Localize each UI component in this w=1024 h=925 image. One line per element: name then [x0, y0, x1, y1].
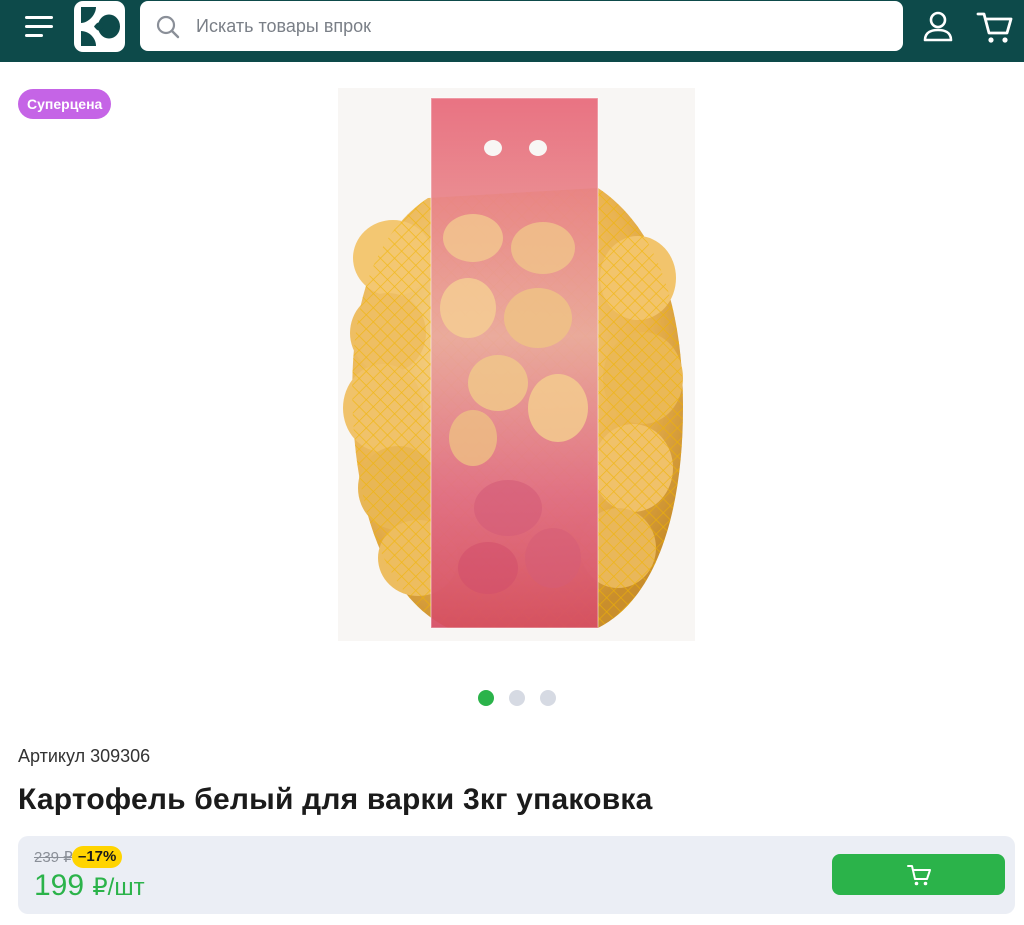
potato-bag-image	[343, 97, 683, 629]
menu-line	[25, 34, 43, 37]
discount-badge: –17%	[72, 846, 123, 868]
user-button[interactable]	[920, 9, 956, 45]
superprice-badge: Суперцена	[18, 89, 112, 119]
cart-icon	[907, 865, 931, 886]
store-logo[interactable]	[74, 1, 125, 52]
menu-line	[25, 25, 53, 28]
current-price: 199 ₽/шт	[34, 869, 145, 903]
cart-icon	[976, 12, 1013, 43]
price-value: 199	[34, 869, 85, 902]
cart-button[interactable]	[975, 8, 1015, 46]
gallery-dots	[478, 690, 558, 706]
search-bar	[140, 1, 903, 51]
logo-icon	[81, 7, 120, 46]
add-to-cart-button[interactable]	[832, 854, 1005, 895]
user-icon	[923, 11, 953, 42]
gallery-dot-3[interactable]	[540, 690, 556, 706]
product-article: Артикул 309306	[18, 746, 151, 766]
search-icon[interactable]	[156, 15, 180, 39]
product-title: Картофель белый для варки 3кг упаковка	[18, 783, 653, 816]
old-price: 239 ₽	[34, 849, 73, 866]
price-unit: ₽/шт	[92, 874, 145, 901]
menu-line	[25, 16, 53, 19]
gallery-dot-2[interactable]	[509, 690, 525, 706]
product-image[interactable]	[338, 88, 695, 641]
price-card: 239 ₽ –17% 199 ₽/шт	[18, 836, 1015, 914]
top-header	[0, 0, 1024, 62]
menu-button[interactable]	[22, 12, 58, 42]
gallery-dot-1[interactable]	[478, 690, 494, 706]
search-input[interactable]	[196, 1, 886, 51]
